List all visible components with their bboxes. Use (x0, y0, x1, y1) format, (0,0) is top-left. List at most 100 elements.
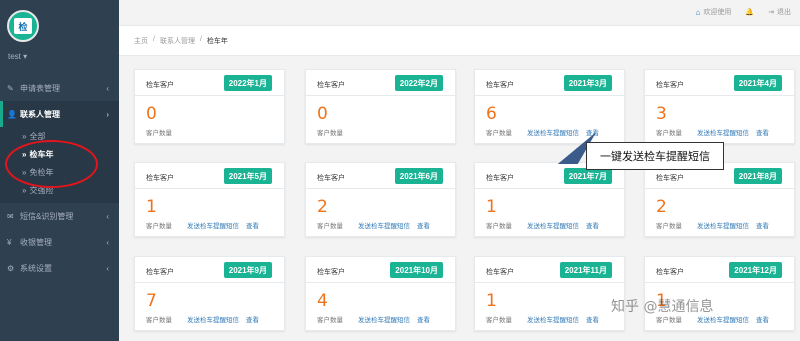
card-footer: 客户数量 发送检车提醒短信 查看 (146, 220, 259, 230)
month-card: 检车客户 2021年6月 2 客户数量 发送检车提醒短信 查看 (305, 162, 456, 237)
sidebar-item-contacts[interactable]: 👤 联系人管理 › (0, 101, 119, 127)
breadcrumb-current: 检车年 (206, 38, 228, 45)
callout-annotation: 一键发送检车提醒短信 (586, 142, 724, 170)
view-link[interactable]: 查看 (246, 220, 259, 230)
customer-count: 4 (317, 291, 328, 311)
view-link[interactable]: 查看 (246, 314, 259, 324)
welcome-link[interactable]: ⌂ 欢迎使用 (696, 7, 732, 17)
card-title: 检车客户 (317, 82, 345, 89)
card-footer: 客户数量 (317, 127, 343, 137)
customer-count: 3 (656, 104, 667, 124)
month-card: 检车客户 2021年10月 4 客户数量 发送检车提醒短信 查看 (305, 256, 456, 331)
card-footer: 客户数量 发送检车提醒短信 查看 (146, 314, 259, 324)
card-divider (645, 188, 794, 189)
month-badge: 2021年6月 (394, 168, 443, 184)
sidebar-item-settings[interactable]: ⚙ 系统设置 ‹ (0, 255, 119, 281)
card-divider (475, 188, 624, 189)
logout-link[interactable]: ⇥ 退出 (768, 7, 791, 17)
card-divider (475, 95, 624, 96)
card-divider (475, 282, 624, 283)
month-card: 检车客户 2021年9月 7 客户数量 发送检车提醒短信 查看 (134, 256, 285, 331)
count-label: 客户数量 (146, 223, 172, 230)
sidebar-header: 检 test ▾ (0, 0, 119, 75)
card-title: 检车客户 (656, 82, 684, 89)
customer-count: 1 (146, 197, 157, 217)
gear-icon: ⚙ (7, 263, 15, 273)
card-footer: 客户数量 发送检车提醒短信 查看 (486, 314, 599, 324)
view-link[interactable]: 查看 (586, 314, 599, 324)
card-title: 检车客户 (146, 82, 174, 89)
month-card: 检车客户 2022年1月 0 客户数量 (134, 69, 285, 144)
sidebar-item-cashier[interactable]: ¥ 收银管理 ‹ (0, 229, 119, 255)
count-label: 客户数量 (146, 130, 172, 137)
send-reminder-sms-link[interactable]: 发送检车提醒短信 (358, 314, 410, 324)
logout-text: 退出 (777, 9, 791, 16)
sidebar-item-label: 申请表管理 (20, 83, 60, 93)
month-card: 检车客户 2021年3月 6 客户数量 发送检车提醒短信 查看 (474, 69, 625, 144)
watermark: 知乎 @慧通信息 (611, 299, 714, 315)
month-card: 检车客户 2021年5月 1 客户数量 发送检车提醒短信 查看 (134, 162, 285, 237)
card-title: 检车客户 (486, 175, 514, 182)
count-label: 客户数量 (486, 223, 512, 230)
send-reminder-sms-link[interactable]: 发送检车提醒短信 (527, 314, 579, 324)
send-reminder-sms-link[interactable]: 发送检车提醒短信 (187, 220, 239, 230)
view-link[interactable]: 查看 (417, 220, 430, 230)
card-footer: 客户数量 发送检车提醒短信 查看 (656, 220, 769, 230)
count-label: 客户数量 (317, 130, 343, 137)
month-badge: 2022年2月 (394, 75, 443, 91)
view-link[interactable]: 查看 (756, 220, 769, 230)
send-reminder-sms-link[interactable]: 发送检车提醒短信 (697, 220, 749, 230)
month-badge: 2021年4月 (733, 75, 782, 91)
notification-bell[interactable]: 🔔 (745, 8, 754, 16)
send-reminder-sms-link[interactable]: 发送检车提醒短信 (187, 314, 239, 324)
card-title: 检车客户 (656, 175, 684, 182)
sidebar-item-applications[interactable]: ✎ 申请表管理 ‹ (0, 75, 119, 101)
sidebar-item-sms[interactable]: ✉ 短信&识别管理 ‹ (0, 203, 119, 229)
month-card: 检车客户 2021年8月 2 客户数量 发送检车提醒短信 查看 (644, 162, 795, 237)
top-navbar: ⌂ 欢迎使用 🔔 ⇥ 退出 (119, 0, 800, 26)
envelope-icon: ✉ (7, 211, 14, 221)
customer-count: 2 (656, 197, 667, 217)
month-badge: 2022年1月 (223, 75, 272, 91)
send-reminder-sms-link[interactable]: 发送检车提醒短信 (527, 127, 579, 137)
sidebar-item-label: 联系人管理 (20, 109, 60, 119)
customer-count: 0 (317, 104, 328, 124)
send-reminder-sms-link[interactable]: 发送检车提醒短信 (527, 220, 579, 230)
send-reminder-sms-link[interactable]: 发送检车提醒短信 (358, 220, 410, 230)
breadcrumb-separator: / (199, 36, 202, 43)
view-link[interactable]: 查看 (417, 314, 430, 324)
view-link[interactable]: 查看 (756, 127, 769, 137)
card-footer: 客户数量 发送检车提醒短信 查看 (486, 220, 599, 230)
view-link[interactable]: 查看 (586, 220, 599, 230)
app-logo[interactable]: 检 (7, 10, 39, 42)
count-label: 客户数量 (317, 223, 343, 230)
count-label: 客户数量 (317, 317, 343, 324)
month-card: 检车客户 2021年12月 1 客户数量 发送检车提醒短信 查看 (644, 256, 795, 331)
month-badge: 2021年9月 (223, 262, 272, 278)
breadcrumb-home[interactable]: 主页 (134, 36, 148, 46)
send-reminder-sms-link[interactable]: 发送检车提醒短信 (697, 127, 749, 137)
count-label: 客户数量 (146, 317, 172, 324)
month-card: 检车客户 2021年4月 3 客户数量 发送检车提醒短信 查看 (644, 69, 795, 144)
sidebar-item-label: 系统设置 (20, 263, 52, 273)
customer-count: 7 (146, 291, 157, 311)
card-divider (306, 188, 455, 189)
month-badge: 2021年8月 (733, 168, 782, 184)
view-link[interactable]: 查看 (756, 314, 769, 324)
breadcrumb-bar: 主页 / 联系人管理 / 检车年 (119, 26, 800, 56)
card-title: 检车客户 (317, 175, 345, 182)
sidebar: 检 test ▾ ✎ 申请表管理 ‹ 👤 联系人管理 › » 全部 » 检车年 » 免… (0, 0, 119, 341)
customer-count: 1 (486, 197, 497, 217)
yen-icon: ¥ (7, 237, 12, 247)
month-card: 检车客户 2022年2月 0 客户数量 (305, 69, 456, 144)
chevron-left-icon: ‹ (106, 211, 109, 221)
user-dropdown[interactable]: test ▾ (8, 52, 27, 61)
breadcrumb-contacts[interactable]: 联系人管理 (160, 36, 195, 46)
chevron-down-icon: › (106, 109, 109, 119)
count-label: 客户数量 (656, 223, 682, 230)
month-badge: 2021年12月 (729, 262, 782, 278)
sidebar-item-label: 收银管理 (20, 237, 52, 247)
month-card: 检车客户 2021年7月 1 客户数量 发送检车提醒短信 查看 (474, 162, 625, 237)
card-title: 检车客户 (146, 269, 174, 276)
bell-icon: 🔔 (745, 9, 755, 16)
